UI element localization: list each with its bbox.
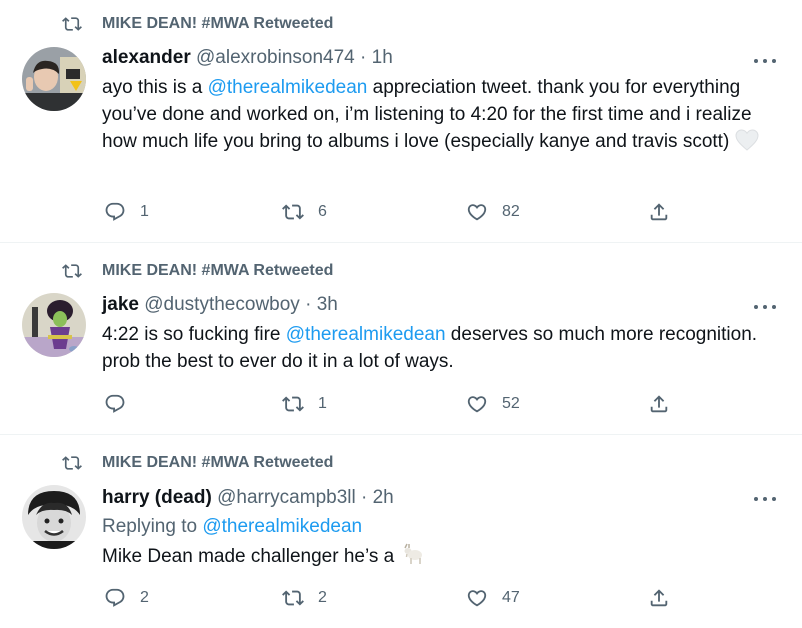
tweet-actions: 1 6 82 (102, 201, 776, 225)
tweet-card[interactable]: MIKE DEAN! #MWA Retweeted alexander @ale… (0, 0, 802, 243)
share-button[interactable] (648, 393, 670, 415)
share-icon (650, 589, 668, 607)
mention-link[interactable]: @therealmikedean (208, 77, 368, 98)
heart-icon (467, 204, 487, 221)
tweet-text: ayo this is a @therealmikedean appreciat… (102, 74, 776, 159)
tweet-text: Mike Dean made challenger he’s a (102, 542, 776, 574)
mention-link[interactable]: @therealmikedean (286, 324, 446, 345)
reply-button[interactable]: 2 (104, 587, 149, 609)
timestamp[interactable]: 2h (373, 487, 394, 508)
retweet-indicator[interactable]: MIKE DEAN! #MWA Retweeted (62, 261, 333, 281)
mention-link[interactable]: @therealmikedean (202, 516, 362, 537)
tweet-header: jake @dustythecowboy · 3h (102, 293, 776, 317)
like-count: 47 (502, 589, 520, 606)
retweet-icon (282, 590, 304, 606)
retweet-icon (282, 396, 304, 412)
tweet-card[interactable]: MIKE DEAN! #MWA Retweeted harry (dead) @… (0, 435, 802, 628)
more-options-button[interactable] (754, 57, 776, 65)
retweeted-by-label: MIKE DEAN! #MWA Retweeted (102, 15, 334, 32)
avatar[interactable] (22, 485, 86, 549)
display-name[interactable]: jake (102, 294, 139, 315)
share-button[interactable] (648, 587, 670, 609)
tweet-card[interactable]: MIKE DEAN! #MWA Retweeted jake @dustythe… (0, 243, 802, 435)
avatar[interactable] (22, 47, 86, 111)
retweet-count: 1 (318, 395, 327, 412)
retweet-icon (282, 204, 304, 220)
retweet-button[interactable]: 2 (282, 587, 327, 609)
more-options-button[interactable] (754, 495, 776, 503)
tweet-actions: 2 2 47 (102, 587, 776, 611)
retweet-count: 2 (318, 589, 327, 606)
retweeted-by-label: MIKE DEAN! #MWA Retweeted (102, 454, 334, 471)
retweet-icon (62, 456, 82, 470)
display-name[interactable]: harry (dead) (102, 487, 212, 508)
like-button[interactable]: 82 (466, 201, 520, 223)
reply-count: 1 (140, 203, 149, 220)
like-button[interactable]: 52 (466, 393, 520, 415)
more-options-button[interactable] (754, 303, 776, 311)
retweet-icon (62, 17, 82, 31)
retweet-indicator[interactable]: MIKE DEAN! #MWA Retweeted (62, 14, 333, 34)
like-button[interactable]: 47 (466, 587, 520, 609)
retweet-button[interactable]: 1 (282, 393, 327, 415)
separator-dot: · (360, 47, 367, 68)
reply-button[interactable] (104, 393, 126, 415)
retweeted-by-label: MIKE DEAN! #MWA Retweeted (102, 262, 334, 279)
replying-to-line: Replying to @therealmikedean (102, 513, 776, 540)
goat-icon (400, 542, 424, 574)
heart-icon (467, 590, 487, 607)
retweet-button[interactable]: 6 (282, 201, 327, 223)
like-count: 52 (502, 395, 520, 412)
share-icon (650, 395, 668, 413)
timestamp[interactable]: 1h (372, 47, 393, 68)
tweet-text-part: 4:22 is so fucking fire (102, 324, 286, 345)
avatar[interactable] (22, 293, 86, 357)
user-handle[interactable]: @alexrobinson474 (196, 47, 355, 68)
heart-icon (467, 396, 487, 413)
tweet-header: harry (dead) @harrycampb3ll · 2h (102, 486, 776, 510)
reply-button[interactable]: 1 (104, 201, 149, 223)
reply-icon (105, 202, 125, 221)
tweet-header: alexander @alexrobinson474 · 1h (102, 46, 776, 70)
reply-icon (105, 394, 125, 413)
replying-to-label: Replying to (102, 516, 203, 537)
display-name[interactable]: alexander (102, 47, 191, 68)
tweet-text-part: Mike Dean made challenger he’s a (102, 546, 400, 567)
separator-dot: · (305, 294, 312, 315)
retweet-icon (62, 264, 82, 278)
like-count: 82 (502, 203, 520, 220)
user-handle[interactable]: @dustythecowboy (144, 294, 300, 315)
reply-count: 2 (140, 589, 149, 606)
share-button[interactable] (648, 201, 670, 223)
separator-dot: · (361, 487, 368, 508)
tweet-actions: 1 52 (102, 393, 776, 417)
timestamp[interactable]: 3h (317, 294, 338, 315)
retweet-indicator[interactable]: MIKE DEAN! #MWA Retweeted (62, 453, 333, 473)
white-heart-icon (735, 129, 759, 159)
user-handle[interactable]: @harrycampb3ll (217, 487, 356, 508)
tweet-text-part: ayo this is a (102, 77, 208, 98)
reply-icon (105, 588, 125, 607)
share-icon (650, 203, 668, 221)
tweet-text: 4:22 is so fucking fire @therealmikedean… (102, 321, 776, 375)
retweet-count: 6 (318, 203, 327, 220)
